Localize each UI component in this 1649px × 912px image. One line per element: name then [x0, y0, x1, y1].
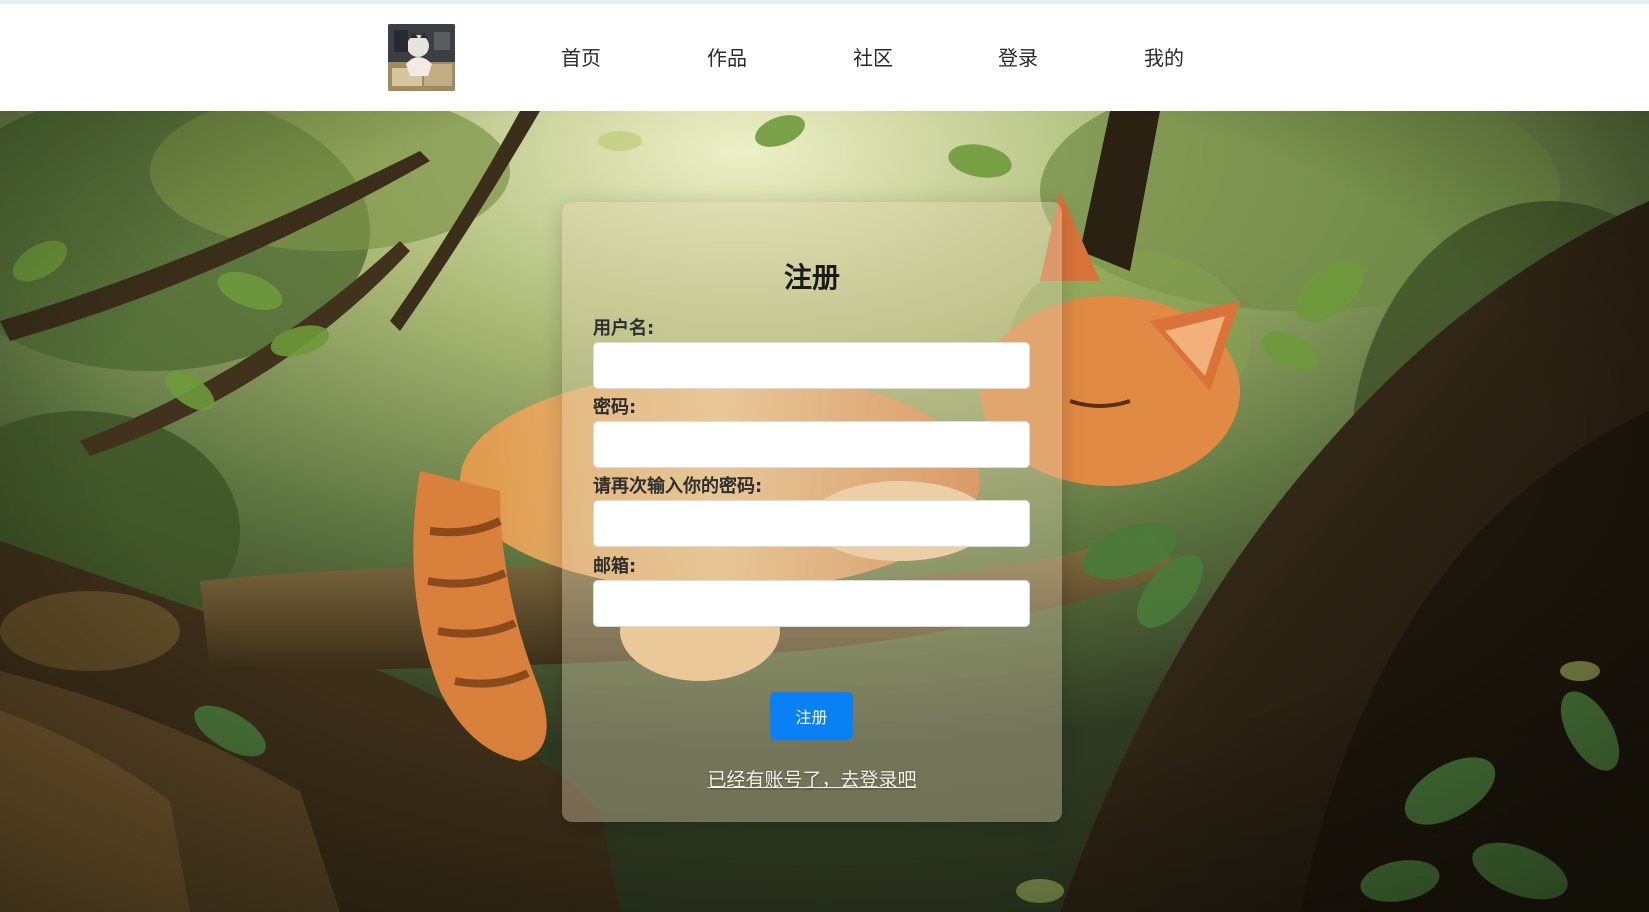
email-input[interactable]	[593, 580, 1030, 627]
register-title: 注册	[783, 261, 840, 294]
confirm-password-label: 请再次输入你的密码:	[593, 476, 763, 497]
top-navbar: 首页 作品 社区 登录 我的	[0, 4, 1649, 111]
password-label: 密码:	[593, 397, 637, 418]
site-logo[interactable]	[388, 24, 455, 91]
password-input[interactable]	[593, 421, 1030, 468]
nav-mine[interactable]: 我的	[1144, 44, 1184, 72]
username-label: 用户名:	[593, 318, 655, 339]
email-label: 邮箱:	[593, 556, 637, 577]
register-form: 注册 用户名: 密码: 请再次输入你的密码: 邮箱: 注册 已经有账号了，去登录…	[562, 202, 1062, 822]
register-button[interactable]: 注册	[770, 692, 853, 740]
nav-works[interactable]: 作品	[707, 44, 747, 72]
hero-section: 注册 用户名: 密码: 请再次输入你的密码: 邮箱: 注册 已经有账号了，去登录…	[0, 111, 1649, 912]
nav-home[interactable]: 首页	[561, 44, 601, 72]
nav-login[interactable]: 登录	[998, 44, 1038, 72]
nav-community[interactable]: 社区	[853, 44, 893, 72]
confirm-password-input[interactable]	[593, 500, 1030, 547]
username-input[interactable]	[593, 342, 1030, 389]
go-to-login-link[interactable]: 已经有账号了，去登录吧	[562, 767, 1062, 793]
logo-image-icon	[388, 24, 455, 91]
